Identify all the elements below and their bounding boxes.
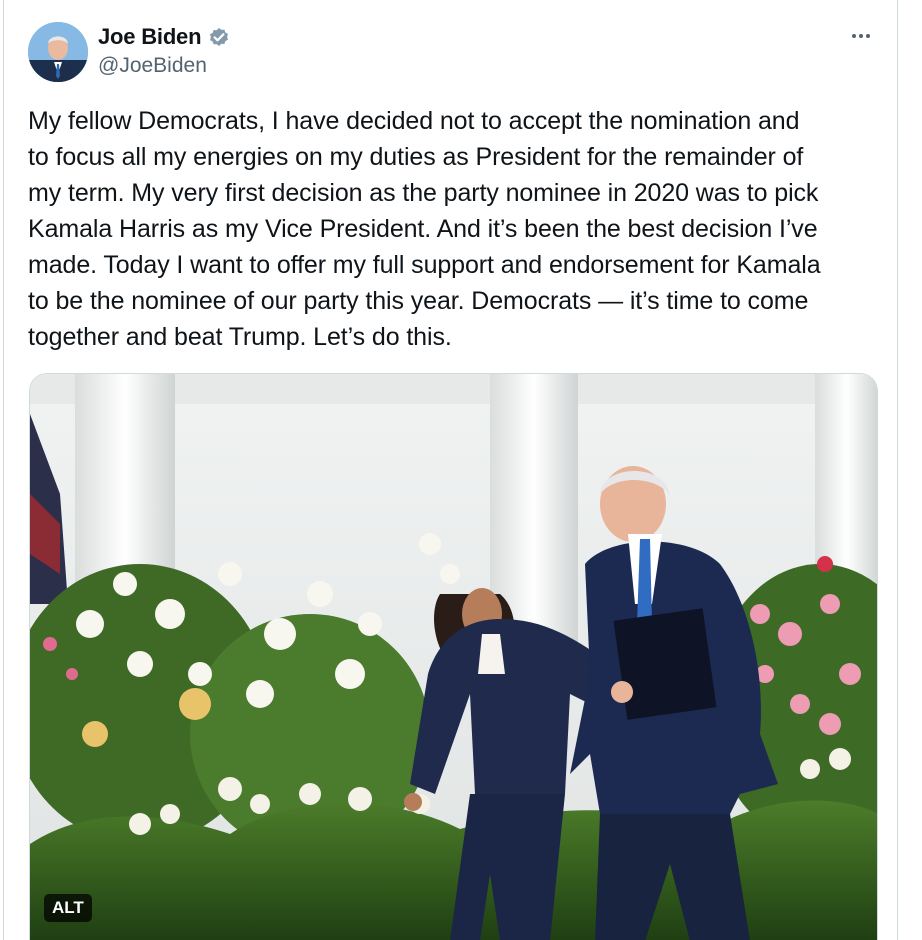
alt-text-button[interactable]: ALT	[44, 894, 92, 922]
tweet-photo[interactable]	[29, 373, 878, 940]
author-avatar[interactable]	[28, 22, 88, 82]
author-handle[interactable]: @JoeBiden	[98, 54, 231, 78]
author-display-name[interactable]: Joe Biden	[98, 24, 202, 50]
tweet-card: Joe Biden @JoeBiden My fellow Democrats,…	[3, 0, 898, 940]
author-info: Joe Biden @JoeBiden	[98, 24, 231, 78]
verified-badge-icon[interactable]	[207, 25, 231, 49]
photo-image	[30, 374, 877, 940]
tweet-text: My fellow Democrats, I have decided not …	[28, 107, 821, 351]
avatar-image	[28, 22, 88, 82]
more-options-icon[interactable]	[846, 24, 876, 48]
tweet-header: Joe Biden @JoeBiden	[28, 20, 876, 82]
